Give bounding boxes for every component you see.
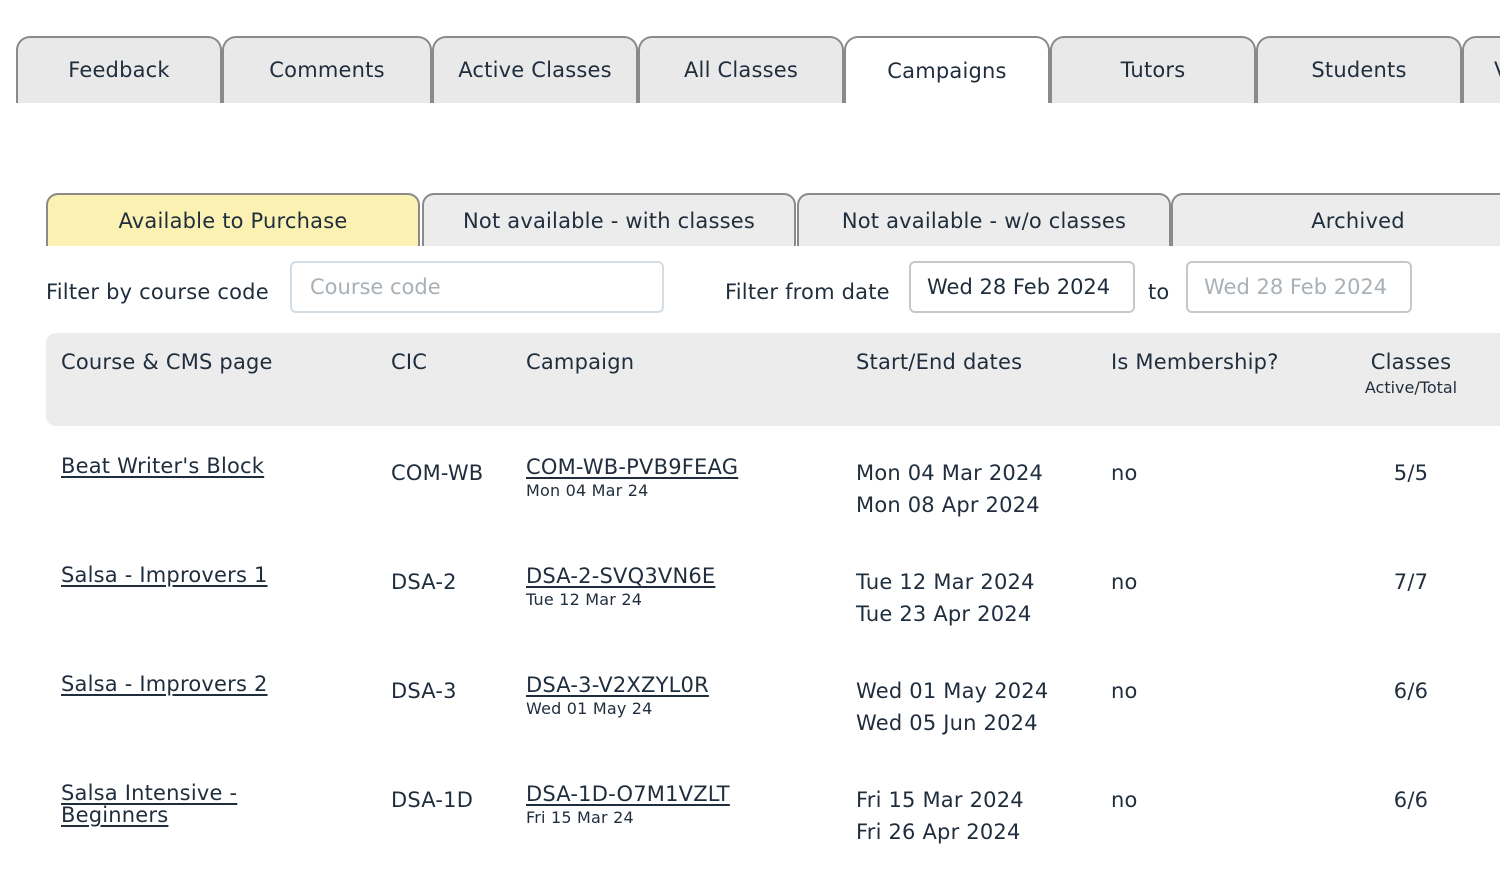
from-date-filter-label: Filter from date [725,280,890,304]
main-tab-bar: Feedback Comments Active Classes All Cla… [16,36,1500,103]
membership-value: no [1111,461,1138,485]
campaign-link[interactable]: DSA-3-V2XZYL0R [526,673,709,697]
tab-campaigns[interactable]: Campaigns [844,36,1050,103]
table-row: Beat Writer's Block COM-WB COM-WB-PVB9FE… [46,426,1500,535]
to-date-input[interactable]: Wed 28 Feb 2024 [1186,261,1412,313]
subtab-available-to-purchase[interactable]: Available to Purchase [46,193,420,246]
tab-partial[interactable]: V [1462,36,1500,103]
campaign-link[interactable]: DSA-2-SVQ3VN6E [526,564,715,588]
course-code-input[interactable]: Course code [290,261,664,313]
campaign-status-tab-bar: Available to Purchase Not available - wi… [46,193,1500,246]
tab-students[interactable]: Students [1256,36,1462,103]
to-label: to [1148,280,1170,304]
tab-feedback[interactable]: Feedback [16,36,222,103]
course-cms-link[interactable]: Salsa Intensive - Beginners [61,782,291,826]
campaign-date: Mon 04 Mar 24 [526,481,649,500]
start-date: Wed 01 May 2024 [856,679,1049,703]
header-cic[interactable]: CIC [391,350,427,374]
end-date: Wed 05 Jun 2024 [856,711,1038,735]
campaigns-table-header: Course & CMS page CIC Campaign Start/End… [46,333,1500,426]
membership-value: no [1111,570,1138,594]
campaign-link[interactable]: DSA-1D-O7M1VZLT [526,782,730,806]
header-course[interactable]: Course & CMS page [61,350,273,374]
membership-value: no [1111,788,1138,812]
start-date: Mon 04 Mar 2024 [856,461,1044,485]
tab-all-classes[interactable]: All Classes [638,36,844,103]
table-row: Salsa - Improvers 1 DSA-2 DSA-2-SVQ3VN6E… [46,535,1500,644]
cic-code: COM-WB [391,461,484,485]
header-dates[interactable]: Start/End dates [856,350,1022,374]
campaign-date: Fri 15 Mar 24 [526,808,634,827]
header-campaign[interactable]: Campaign [526,350,634,374]
from-date-input[interactable]: Wed 28 Feb 2024 [909,261,1135,313]
classes-count: 7/7 [1393,570,1429,594]
start-date: Tue 12 Mar 2024 [856,570,1035,594]
classes-count: 6/6 [1393,679,1429,703]
subtab-not-available-with-classes[interactable]: Not available - with classes [422,193,796,246]
subtab-archived[interactable]: Archived [1171,193,1500,246]
cic-code: DSA-2 [391,570,457,594]
classes-count: 6/6 [1393,788,1429,812]
membership-value: no [1111,679,1138,703]
start-date: Fri 15 Mar 2024 [856,788,1024,812]
course-cms-link[interactable]: Salsa - Improvers 2 [61,673,291,695]
end-date: Mon 08 Apr 2024 [856,493,1040,517]
course-cms-link[interactable]: Beat Writer's Block [61,455,291,477]
campaign-date: Tue 12 Mar 24 [526,590,643,609]
campaign-date: Wed 01 May 24 [526,699,653,718]
tab-active-classes[interactable]: Active Classes [432,36,638,103]
cic-code: DSA-1D [391,788,474,812]
classes-count: 5/5 [1393,461,1429,485]
course-code-filter-label: Filter by course code [46,280,269,304]
table-row: Salsa - Improvers 2 DSA-3 DSA-3-V2XZYL0R… [46,644,1500,753]
campaign-link[interactable]: COM-WB-PVB9FEAG [526,455,738,479]
tab-comments[interactable]: Comments [222,36,432,103]
course-cms-link[interactable]: Salsa - Improvers 1 [61,564,291,586]
header-classes-sub: Active/Total [1364,378,1458,397]
header-classes[interactable]: Classes [1356,350,1466,374]
table-row: Salsa Intensive - Beginners DSA-1D DSA-1… [46,753,1500,862]
end-date: Fri 26 Apr 2024 [856,820,1021,844]
cic-code: DSA-3 [391,679,457,703]
subtab-not-available-without-classes[interactable]: Not available - w/o classes [797,193,1171,246]
end-date: Tue 23 Apr 2024 [856,602,1032,626]
header-membership[interactable]: Is Membership? [1111,350,1279,374]
tab-tutors[interactable]: Tutors [1050,36,1256,103]
